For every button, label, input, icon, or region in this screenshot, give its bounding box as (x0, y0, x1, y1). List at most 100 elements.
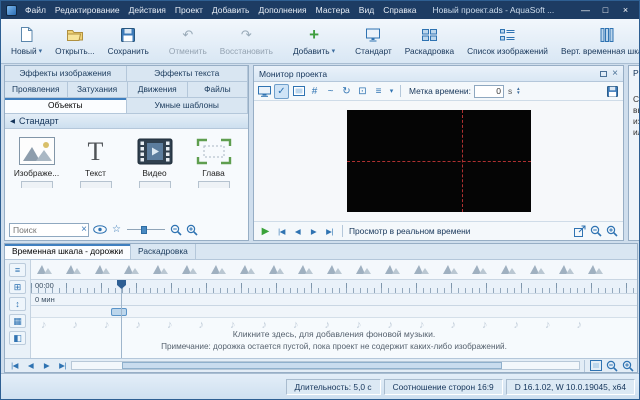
grid-small-icon[interactable]: ▦ (9, 314, 26, 328)
step-forward-icon[interactable]: ▶ (40, 358, 53, 373)
application-window: Файл Редактирование Действия Проект Добавить… (0, 0, 640, 400)
menubar-item[interactable]: Вид (359, 5, 374, 15)
toolbar-button-6[interactable]: +Добавить▾ (287, 21, 341, 61)
object-item[interactable]: TТекст (66, 132, 125, 178)
toolbar-button-7[interactable]: Стандарт (349, 21, 398, 61)
tab-row-objects: ОбъектыУмные шаблоны (5, 98, 248, 114)
toolbar-button-1[interactable]: Новый▾ (5, 21, 48, 61)
image-placeholder-icon (530, 263, 545, 276)
zoom-in-icon[interactable] (621, 358, 634, 373)
favorites-star-icon[interactable]: ☆ (110, 222, 123, 237)
menubar-item[interactable]: Справка (383, 5, 416, 15)
object-item-label: Видео (142, 168, 166, 178)
search-input[interactable] (9, 223, 89, 237)
step-forward-icon[interactable]: ▶ (307, 224, 320, 239)
image-placeholder-icon (269, 263, 284, 276)
preview-area[interactable] (254, 101, 623, 221)
object-item[interactable]: Глава (184, 132, 243, 178)
skip-end-icon[interactable]: ▶| (323, 224, 336, 239)
object-item-clipped[interactable] (21, 181, 53, 188)
toolbar-button-3[interactable]: Сохранить (102, 21, 155, 61)
curve-icon[interactable]: ~ (324, 84, 337, 99)
skip-start-icon[interactable]: |◀ (275, 224, 288, 239)
play-icon[interactable]: ▶ (259, 224, 272, 239)
timeline-scrollbar[interactable] (71, 361, 580, 370)
skip-start-icon[interactable]: |◀ (8, 358, 21, 373)
effects-tab-2[interactable]: Эффекты текста (127, 66, 249, 81)
step-back-icon[interactable]: ◀ (291, 224, 304, 239)
transition-tab-1[interactable]: Проявления (5, 82, 68, 97)
save-small-icon[interactable] (606, 84, 619, 99)
move-vertical-icon[interactable]: ↕ (9, 297, 26, 311)
objects-tab-2[interactable]: Умные шаблоны (127, 98, 249, 113)
properties-panel-collapsed[interactable]: Р Сначала выберите изображение или объек… (628, 65, 640, 241)
rotate-icon[interactable]: ↻ (340, 84, 353, 99)
scrollbar-thumb[interactable] (122, 362, 502, 369)
object-item[interactable]: Изображе... (7, 132, 66, 178)
timestamp-input[interactable] (474, 85, 504, 98)
thumbnail-size-slider[interactable] (127, 225, 165, 235)
skip-end-icon[interactable]: ▶| (56, 358, 69, 373)
timeline-tab-1[interactable]: Временная шкала - дорожки (5, 244, 131, 259)
timeline-panel: Временная шкала - дорожкиРаскадровка ≡ ⊞ ↕… (4, 243, 638, 373)
objects-grid: Изображе... TТекст Видео Глава (5, 129, 248, 178)
menubar-item[interactable]: Редактирование (55, 5, 120, 15)
zoom-out-icon[interactable] (169, 222, 182, 237)
object-item-label: Текст (85, 168, 106, 178)
menubar: Файл Редактирование Действия Проект Добавить… (25, 5, 417, 15)
display-icon[interactable] (258, 84, 271, 99)
zoom-in-icon[interactable] (185, 222, 198, 237)
transition-tab-3[interactable]: Движения (128, 82, 188, 97)
object-list-icon[interactable]: ≡ (372, 84, 385, 99)
toolbar-button-2[interactable]: Открыть... (49, 21, 101, 61)
toolbar-button-10[interactable]: Верт. временная шкала (555, 21, 640, 61)
toolbar-button-9[interactable]: Список изображений (461, 21, 554, 61)
realtime-toggle-icon[interactable]: ✓ (274, 84, 289, 99)
zoom-in-icon[interactable] (605, 224, 618, 239)
maximize-button[interactable]: □ (597, 4, 614, 17)
float-window-icon[interactable] (600, 71, 607, 77)
options-icon[interactable]: ◧ (9, 331, 26, 345)
tracks-icon[interactable]: ≡ (9, 263, 26, 277)
minimize-button[interactable]: — (577, 4, 594, 17)
effects-tab-1[interactable]: Эффекты изображения (5, 66, 127, 81)
timeline-tab-2[interactable]: Раскадровка (131, 244, 196, 259)
preview-eye-icon[interactable] (93, 222, 107, 237)
add-track-icon[interactable]: ⊞ (9, 280, 26, 294)
object-item-clipped[interactable] (80, 181, 112, 188)
video-icon (137, 135, 173, 165)
dropdown-icon[interactable]: ▾ (388, 84, 395, 99)
menubar-item[interactable]: Мастера (316, 5, 350, 15)
toolbar-button-8[interactable]: Раскадровка (399, 21, 460, 61)
object-item-clipped[interactable] (198, 181, 230, 188)
step-back-icon[interactable]: ◀ (24, 358, 37, 373)
transition-tab-2[interactable]: Затухания (68, 82, 128, 97)
group-header-standard[interactable]: ◀ Стандарт (5, 114, 248, 129)
safe-area-icon[interactable]: ⊡ (356, 84, 369, 99)
slider-handle[interactable] (141, 226, 147, 234)
zoom-out-icon[interactable] (605, 358, 618, 373)
menubar-item[interactable]: Действия (129, 5, 166, 15)
object-item-clipped[interactable] (139, 181, 171, 188)
object-item-label: Изображе... (14, 168, 59, 178)
screen-icon[interactable] (292, 84, 305, 99)
close-button[interactable]: × (617, 4, 634, 17)
timestamp-spinner[interactable]: ▲▼ (516, 87, 520, 96)
zoom-out-icon[interactable] (589, 224, 602, 239)
zoom-fit-icon[interactable] (589, 358, 602, 373)
image-track[interactable] (31, 260, 637, 280)
detach-icon[interactable] (573, 224, 586, 239)
menubar-item[interactable]: Дополнения (259, 5, 307, 15)
objects-tab-1[interactable]: Объекты (5, 98, 127, 113)
menubar-item[interactable]: Проект (175, 5, 203, 15)
clear-search-icon[interactable]: × (81, 224, 87, 236)
menubar-item[interactable]: Файл (25, 5, 46, 15)
menubar-item[interactable]: Добавить (212, 5, 250, 15)
transition-tab-4[interactable]: Файлы (188, 82, 248, 97)
realtime-preview-label[interactable]: Просмотр в реальном времени (349, 226, 470, 236)
track-handle[interactable] (111, 308, 127, 316)
chapter-icon (196, 135, 232, 165)
close-panel-icon[interactable]: × (612, 69, 618, 79)
grid-icon[interactable]: # (308, 84, 321, 99)
object-item[interactable]: Видео (125, 132, 184, 178)
